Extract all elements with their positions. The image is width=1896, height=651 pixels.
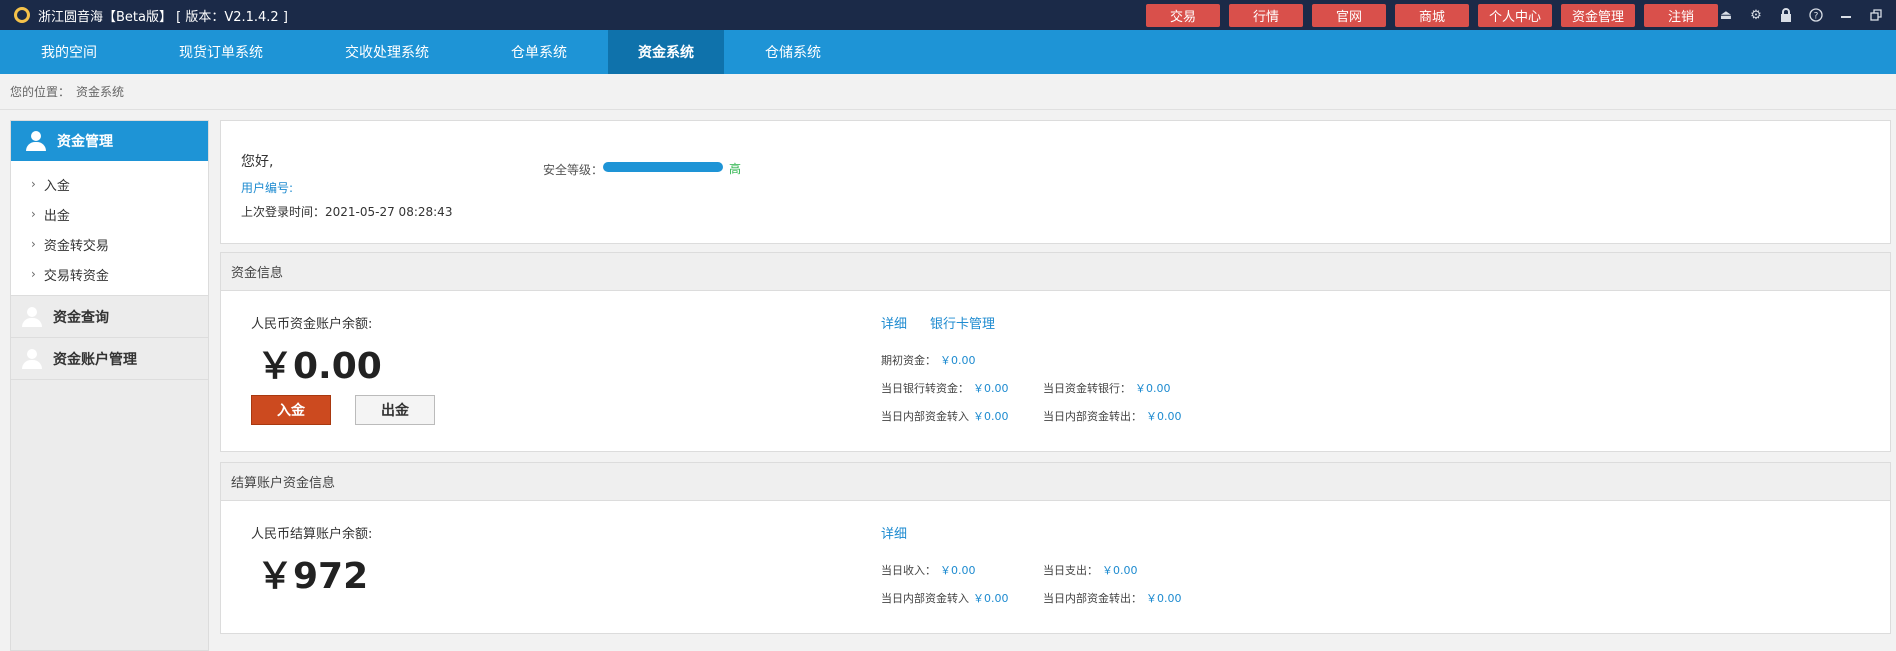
top-button-bar: 交易 行情 官网 商城 个人中心 资金管理 注销	[1146, 4, 1718, 27]
window-controls: ⏏ ⚙ ?	[1718, 0, 1884, 30]
last-login-time: 上次登录时间：2021-05-27 08:28:43	[241, 205, 453, 219]
app-title: 浙江圆音海【Beta版】 [ 版本：V2.1.4.2 ]	[38, 9, 288, 25]
sidebar-group-label: 资金账户管理	[53, 351, 137, 368]
sidebar-item-fund-to-trade[interactable]: › 资金转交易	[11, 229, 208, 259]
internal-out-stat: 当日内部资金转出： ￥0.00	[1043, 408, 1182, 424]
settle-internal-in-stat: 当日内部资金转入 ￥0.00	[881, 590, 1009, 606]
rmb-settlement-balance-value: ￥972	[257, 556, 369, 597]
sidebar-item-withdraw[interactable]: › 出金	[11, 199, 208, 229]
breadcrumb-label: 您的位置：	[10, 85, 71, 99]
fund-info-panel: 资金信息 人民币资金账户余额: ￥0.00 入金 出金 详细 银行卡管理 期初资…	[220, 252, 1891, 452]
sidebar-group-fund-query[interactable]: 资金查询	[11, 296, 208, 338]
stat-value: ￥0.00	[940, 354, 976, 367]
svg-text:?: ?	[1814, 12, 1819, 22]
nav-storage[interactable]: 仓储系统	[724, 30, 862, 74]
user-number-label: 用户编号:	[241, 181, 294, 195]
security-level-value: 高	[729, 162, 742, 176]
breadcrumb: 您的位置： 资金系统	[0, 74, 1896, 110]
settle-internal-out-stat: 当日内部资金转出： ￥0.00	[1043, 590, 1182, 606]
title-bar: 浙江圆音海【Beta版】 [ 版本：V2.1.4.2 ] 交易 行情 官网 商城…	[0, 0, 1896, 30]
market-button[interactable]: 行情	[1229, 4, 1303, 27]
deposit-button[interactable]: 入金	[251, 395, 331, 425]
daily-expense-stat: 当日支出： ￥0.00	[1043, 562, 1138, 578]
chevron-right-icon: ›	[31, 177, 36, 191]
stat-label: 当日银行转资金：	[881, 382, 969, 395]
chevron-right-icon: ›	[31, 267, 36, 281]
sidebar-item-trade-to-fund[interactable]: › 交易转资金	[11, 259, 208, 289]
daily-income-stat: 当日收入： ￥0.00	[881, 562, 976, 578]
settlement-info-panel: 结算账户资金信息 人民币结算账户余额: ￥972 详细 当日收入： ￥0.00 当…	[220, 462, 1891, 634]
user-icon	[21, 306, 43, 328]
nav-warehouse-receipt[interactable]: 仓单系统	[470, 30, 608, 74]
sidebar-head-fund-management[interactable]: 资金管理	[11, 121, 208, 161]
main-nav: 我的空间 现货订单系统 交收处理系统 仓单系统 资金系统 仓储系统	[0, 30, 1896, 74]
nav-spot-order[interactable]: 现货订单系统	[138, 30, 304, 74]
user-icon	[25, 130, 47, 152]
lock-icon[interactable]	[1778, 7, 1794, 23]
rmb-fund-balance-value: ￥0.00	[257, 346, 382, 387]
internal-in-stat: 当日内部资金转入 ￥0.00	[881, 408, 1009, 424]
sidebar-item-label: 出金	[43, 208, 70, 224]
stat-value: ￥0.00	[973, 410, 1009, 423]
app-logo-icon	[14, 7, 30, 23]
security-level-bar	[603, 162, 723, 172]
initial-fund-stat: 期初资金： ￥0.00	[881, 352, 976, 368]
sidebar-item-deposit[interactable]: › 入金	[11, 169, 208, 199]
mall-button[interactable]: 商城	[1395, 4, 1469, 27]
user-icon	[21, 348, 43, 370]
sidebar-item-label: 入金	[43, 178, 70, 194]
fund-to-bank-stat: 当日资金转银行： ￥0.00	[1043, 380, 1171, 396]
settlement-detail-link[interactable]: 详细	[881, 523, 907, 542]
breadcrumb-current: 资金系统	[76, 85, 125, 99]
eject-icon[interactable]: ⏏	[1718, 7, 1734, 23]
stat-label: 当日支出：	[1043, 564, 1098, 577]
fund-management-button[interactable]: 资金管理	[1561, 4, 1635, 27]
stat-label: 当日内部资金转入	[881, 410, 969, 423]
stat-value: ￥0.00	[1146, 410, 1182, 423]
fund-detail-link[interactable]: 详细	[881, 313, 907, 332]
chevron-right-icon: ›	[31, 237, 36, 251]
stat-value: ￥0.00	[940, 564, 976, 577]
security-level-label: 安全等级：	[543, 163, 604, 177]
sidebar-item-label: 交易转资金	[43, 268, 109, 284]
stat-value: ￥0.00	[1102, 564, 1138, 577]
personal-center-button[interactable]: 个人中心	[1478, 4, 1552, 27]
logout-button[interactable]: 注销	[1644, 4, 1718, 27]
nav-my-space[interactable]: 我的空间	[0, 30, 138, 74]
minimize-icon[interactable]	[1838, 7, 1854, 23]
chevron-right-icon: ›	[31, 207, 36, 221]
sidebar-head-label: 资金管理	[57, 134, 113, 150]
nav-fund-system[interactable]: 资金系统	[608, 30, 724, 74]
trade-button[interactable]: 交易	[1146, 4, 1220, 27]
sidebar-item-label: 资金转交易	[43, 238, 109, 254]
gear-icon[interactable]: ⚙	[1748, 7, 1764, 23]
stat-label: 当日收入：	[881, 564, 936, 577]
stat-label: 期初资金：	[881, 354, 936, 367]
welcome-panel: 您好, 用户编号: 上次登录时间：2021-05-27 08:28:43 安全等…	[220, 120, 1891, 244]
greeting-text: 您好,	[241, 154, 274, 170]
nav-delivery[interactable]: 交收处理系统	[304, 30, 470, 74]
official-site-button[interactable]: 官网	[1312, 4, 1386, 27]
bank-card-management-link[interactable]: 银行卡管理	[930, 313, 995, 332]
withdraw-button[interactable]: 出金	[355, 395, 435, 425]
sidebar-submenu: › 入金 › 出金 › 资金转交易 › 交易转资金	[11, 161, 208, 296]
stat-value: ￥0.00	[973, 592, 1009, 605]
stat-label: 当日内部资金转入	[881, 592, 969, 605]
sidebar: 资金管理 › 入金 › 出金 › 资金转交易 › 交易转资金 资金查询 资金账户…	[10, 120, 209, 651]
restore-icon[interactable]	[1868, 7, 1884, 23]
stat-value: ￥0.00	[1146, 592, 1182, 605]
help-icon[interactable]: ?	[1808, 7, 1824, 23]
sidebar-group-label: 资金查询	[53, 309, 109, 326]
stat-label: 当日内部资金转出：	[1043, 410, 1142, 423]
settlement-info-title: 结算账户资金信息	[221, 463, 1890, 501]
fund-info-title: 资金信息	[221, 253, 1890, 291]
rmb-fund-balance-label: 人民币资金账户余额:	[251, 317, 373, 332]
stat-label: 当日资金转银行：	[1043, 382, 1131, 395]
sidebar-group-account-management[interactable]: 资金账户管理	[11, 338, 208, 380]
bank-to-fund-stat: 当日银行转资金： ￥0.00	[881, 380, 1009, 396]
rmb-settlement-balance-label: 人民币结算账户余额:	[251, 527, 373, 542]
stat-label: 当日内部资金转出：	[1043, 592, 1142, 605]
stat-value: ￥0.00	[973, 382, 1009, 395]
stat-value: ￥0.00	[1135, 382, 1171, 395]
